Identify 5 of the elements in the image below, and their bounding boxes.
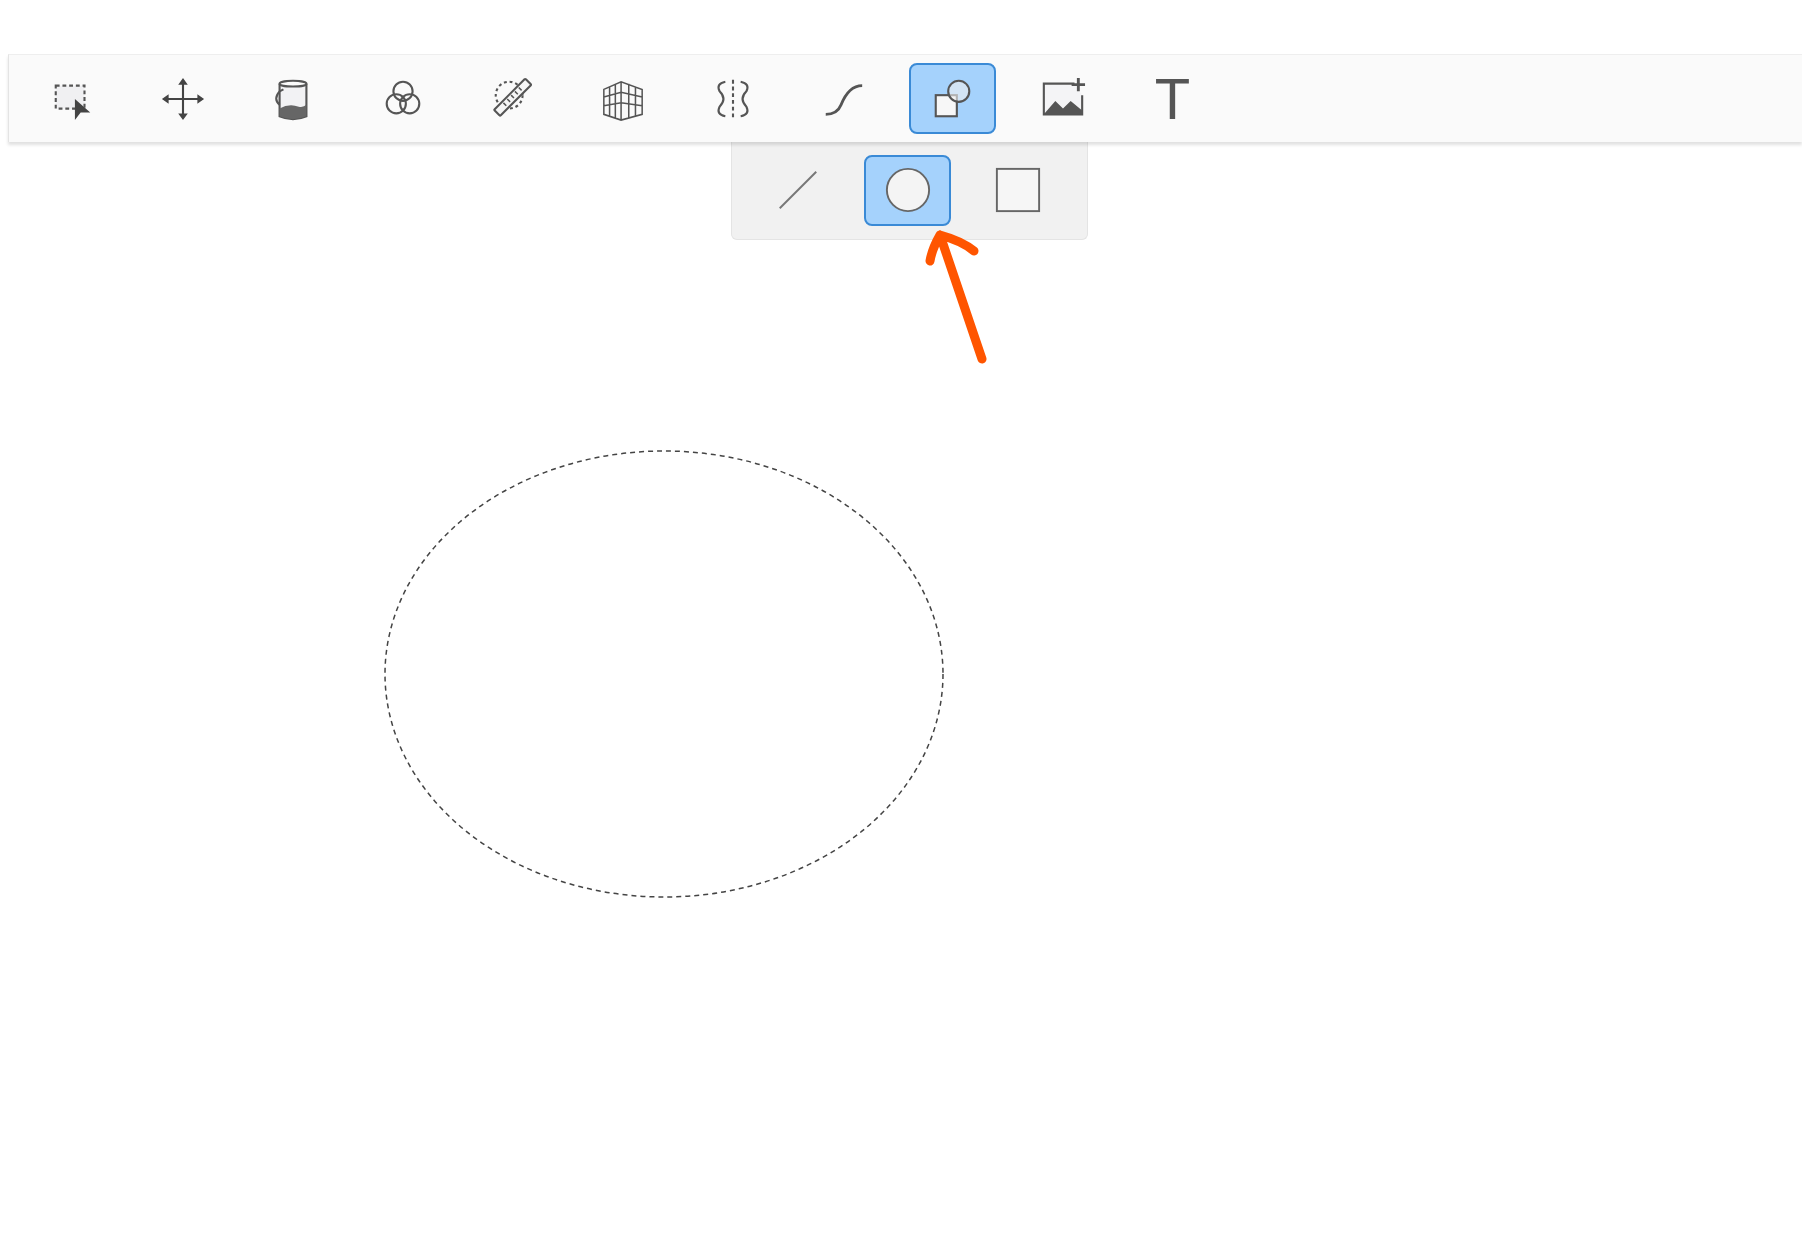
square-icon bbox=[993, 166, 1042, 214]
tool-button[interactable] bbox=[909, 63, 996, 134]
text-tool-button[interactable]: T bbox=[1129, 63, 1216, 134]
circle-icon bbox=[883, 166, 932, 214]
shape-option-button[interactable] bbox=[864, 154, 951, 226]
